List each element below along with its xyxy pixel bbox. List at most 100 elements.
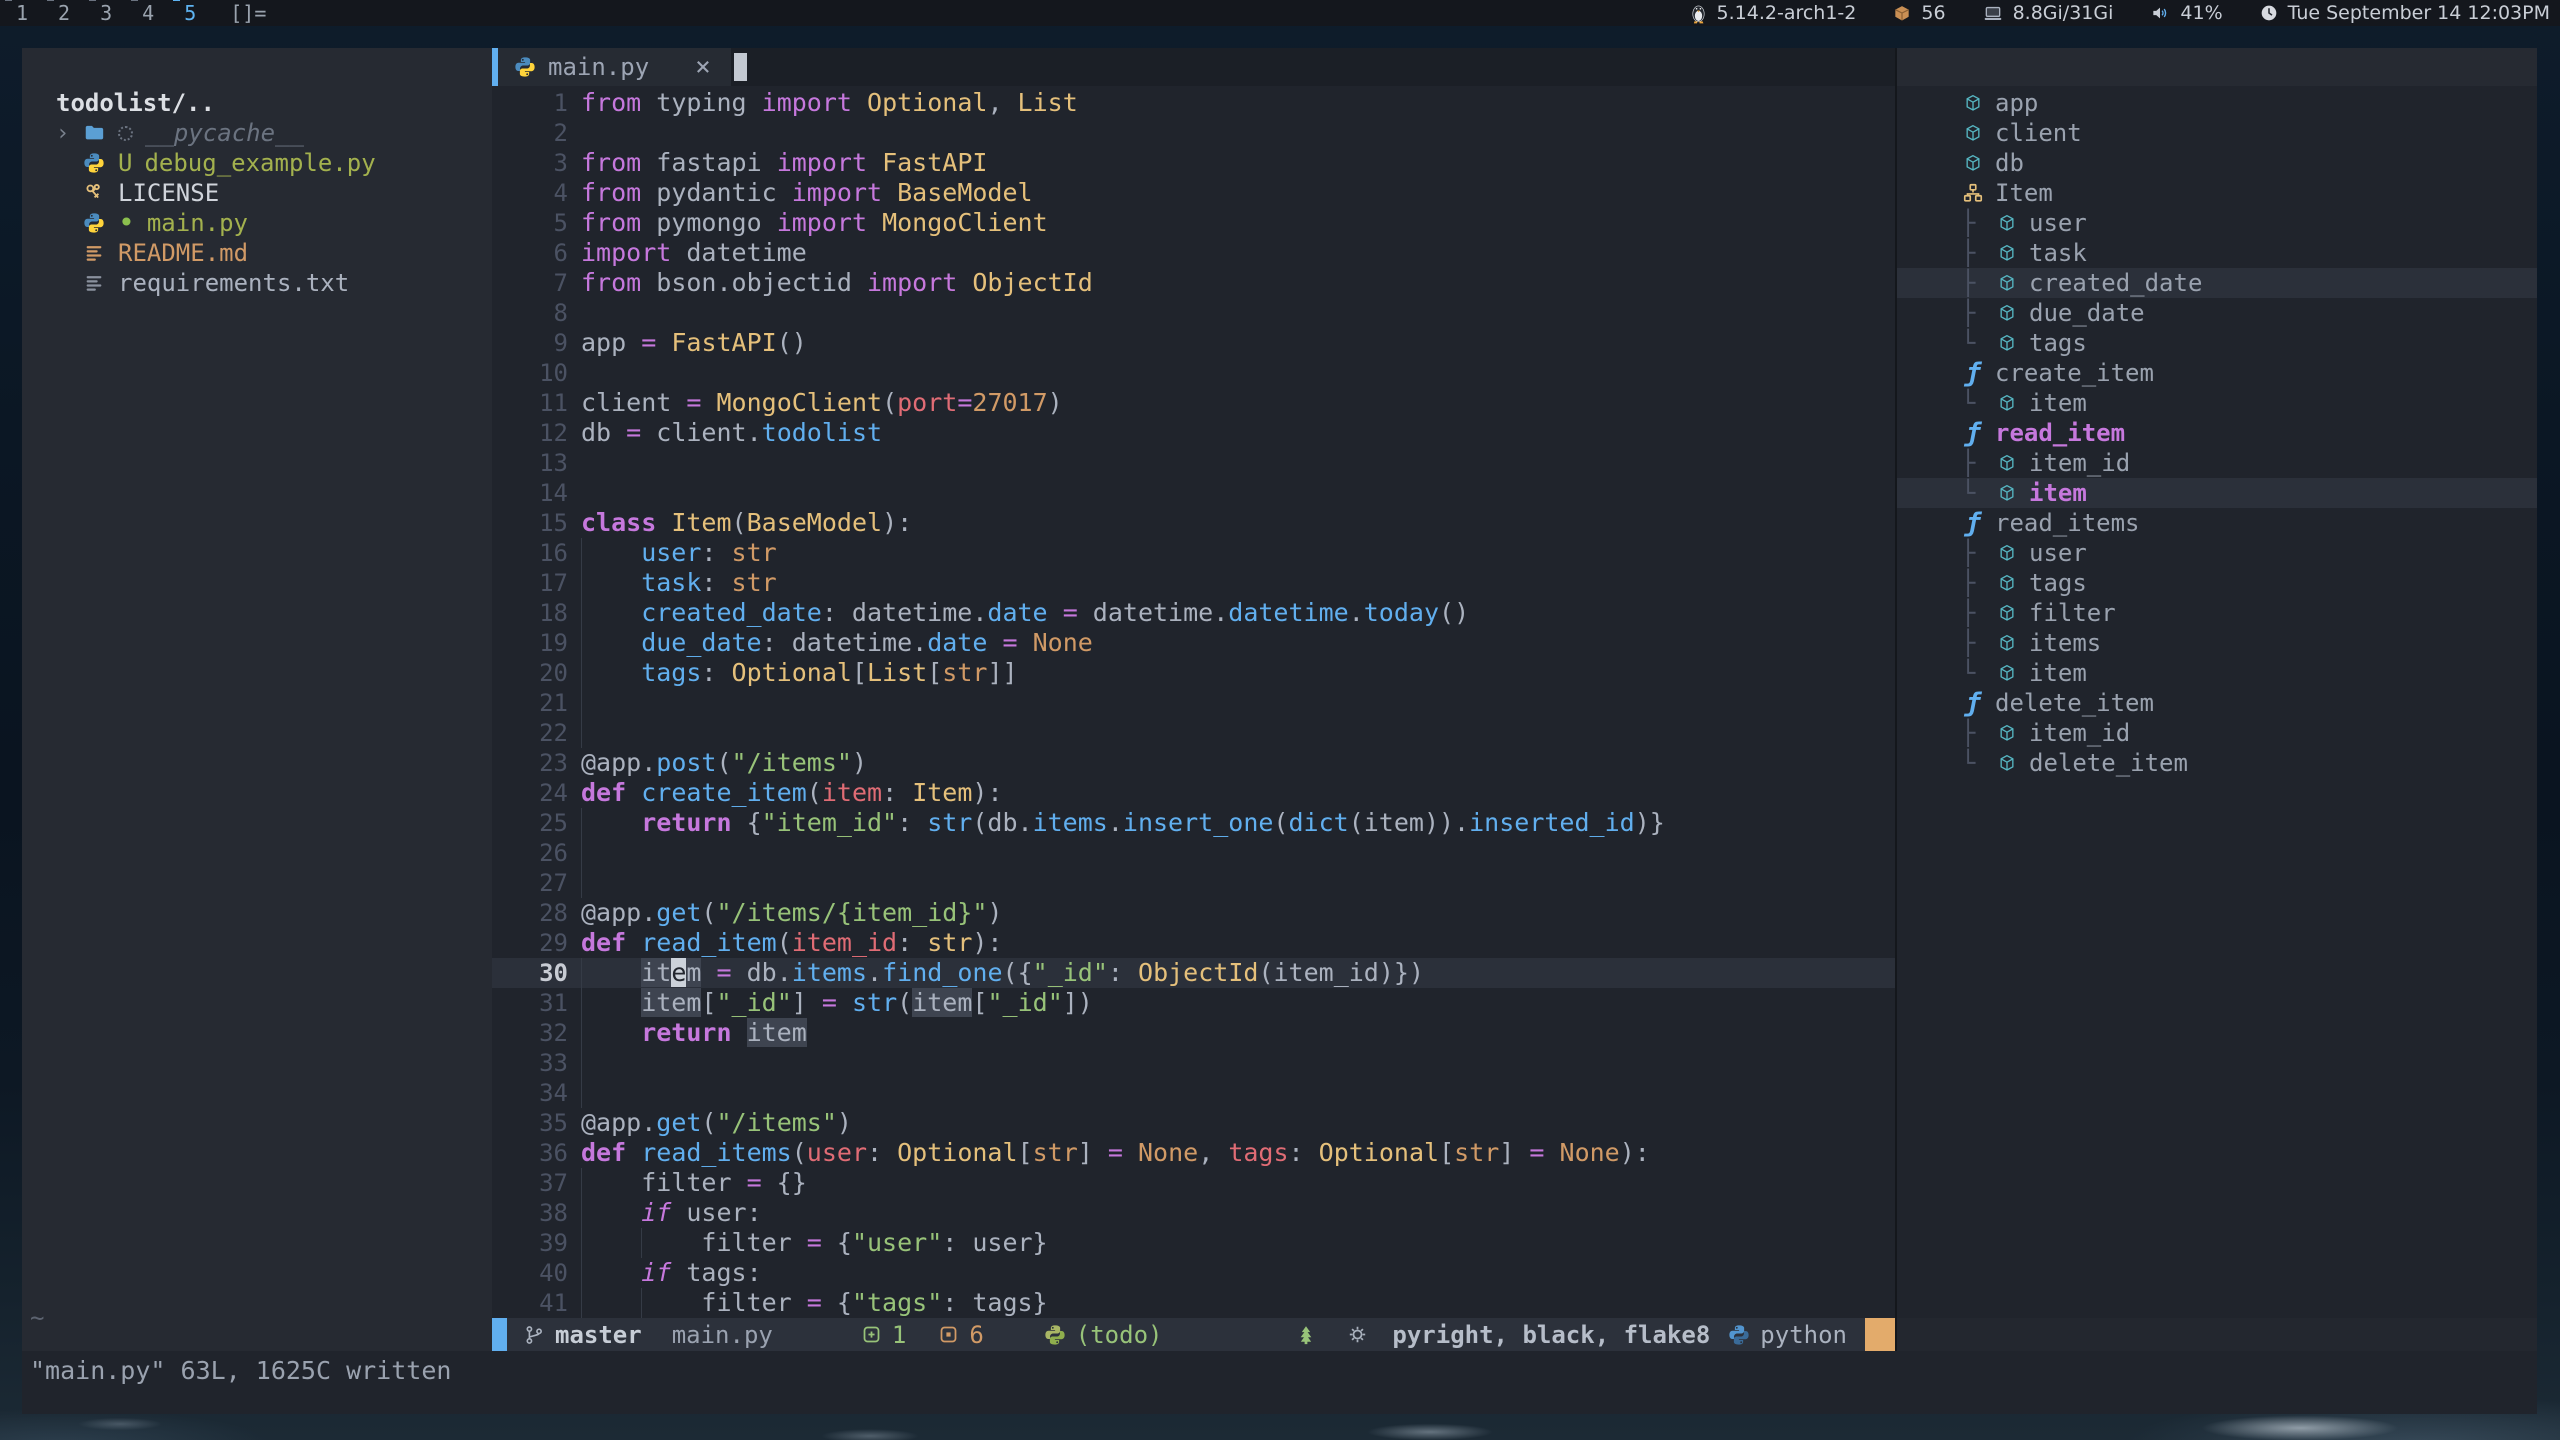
code-line-30-cursor[interactable]: 30item = db.items.find_one({"_id": Objec… [492, 958, 1895, 988]
symbol-read_items[interactable]: ƒread_items [1897, 508, 2537, 538]
symbol-items[interactable]: ├items [1897, 628, 2537, 658]
python-icon [82, 151, 106, 175]
code-line-31[interactable]: 31item["_id"] = str(item["_id"]) [492, 988, 1895, 1018]
symbol-task[interactable]: ├task [1897, 238, 2537, 268]
tree-item-LICENSE[interactable]: LICENSE [22, 178, 492, 208]
code-editor[interactable]: 1from typing import Optional, List23from… [492, 86, 1895, 1318]
code-line-3[interactable]: 3from fastapi import FastAPI [492, 148, 1895, 178]
symbol-item[interactable]: └item [1897, 658, 2537, 688]
code-line-33[interactable]: 33 [492, 1048, 1895, 1078]
symbol-item[interactable]: └item [1897, 478, 2537, 508]
symbol-due_date[interactable]: ├due_date [1897, 298, 2537, 328]
workspace-3[interactable]: 3 [98, 1, 112, 25]
symbol-create_item[interactable]: ƒcreate_item [1897, 358, 2537, 388]
code-line-35[interactable]: 35@app.get("/items") [492, 1108, 1895, 1138]
tree-item-__pycache__[interactable]: ›__pycache__ [22, 118, 492, 148]
code-line-29[interactable]: 29def read_item(item_id: str): [492, 928, 1895, 958]
symbol-tags[interactable]: ├tags [1897, 568, 2537, 598]
indent-guide [581, 688, 641, 718]
code-line-17[interactable]: 17task: str [492, 568, 1895, 598]
symbol-Item[interactable]: Item [1897, 178, 2537, 208]
code-line-19[interactable]: 19due_date: datetime.date = None [492, 628, 1895, 658]
line-number: 22 [492, 718, 581, 748]
line-number: 39 [492, 1228, 581, 1258]
symbol-delete_item[interactable]: └delete_item [1897, 748, 2537, 778]
code-line-14[interactable]: 14 [492, 478, 1895, 508]
code-line-34[interactable]: 34 [492, 1078, 1895, 1108]
symbol-user[interactable]: ├user [1897, 208, 2537, 238]
code-line-5[interactable]: 5from pymongo import MongoClient [492, 208, 1895, 238]
symbol-created_date[interactable]: ├created_date [1897, 268, 2537, 298]
code-line-16[interactable]: 16user: str [492, 538, 1895, 568]
workspace-2[interactable]: 2 [56, 1, 70, 25]
code-line-26[interactable]: 26 [492, 838, 1895, 868]
symbol-app[interactable]: app [1897, 88, 2537, 118]
code-line-37[interactable]: 37filter = {} [492, 1168, 1895, 1198]
tab-main-py[interactable]: main.py × [498, 48, 731, 86]
symbol-read_item[interactable]: ƒread_item [1897, 418, 2537, 448]
code-line-15[interactable]: 15class Item(BaseModel): [492, 508, 1895, 538]
reference-highlight: item [641, 988, 701, 1017]
code-line-40[interactable]: 40if tags: [492, 1258, 1895, 1288]
workspace-1[interactable]: 1 [14, 1, 28, 25]
code-line-24[interactable]: 24def create_item(item: Item): [492, 778, 1895, 808]
code-line-2[interactable]: 2 [492, 118, 1895, 148]
code-line-7[interactable]: 7from bson.objectid import ObjectId [492, 268, 1895, 298]
function-icon: ƒ [1961, 358, 1985, 388]
code-line-23[interactable]: 23@app.post("/items") [492, 748, 1895, 778]
status-bar: 12345 []= 5.14.2-arch1-2568.8Gi/31Gi41%T… [0, 0, 2560, 26]
code-line-13[interactable]: 13 [492, 448, 1895, 478]
code-line-18[interactable]: 18created_date: datetime.date = datetime… [492, 598, 1895, 628]
symbol-item[interactable]: └item [1897, 388, 2537, 418]
code-line-27[interactable]: 27 [492, 868, 1895, 898]
code-line-39[interactable]: 39filter = {"user": user} [492, 1228, 1895, 1258]
status-line: master main.py 1 6 (todo) [492, 1318, 1895, 1351]
code-line-12[interactable]: 12db = client.todolist [492, 418, 1895, 448]
symbol-delete_item[interactable]: ƒdelete_item [1897, 688, 2537, 718]
code-line-36[interactable]: 36def read_items(user: Optional[str] = N… [492, 1138, 1895, 1168]
symbol-tags[interactable]: └tags [1897, 328, 2537, 358]
workspace-5-active[interactable]: 5 [182, 1, 196, 25]
symbol-name: user [2029, 209, 2087, 237]
symbol-name: filter [2029, 599, 2116, 627]
workspace-4[interactable]: 4 [140, 1, 154, 25]
cube-icon [1995, 601, 2019, 625]
code-line-28[interactable]: 28@app.get("/items/{item_id}") [492, 898, 1895, 928]
code-text: if user: [581, 1198, 1895, 1228]
symbol-item_id[interactable]: ├item_id [1897, 448, 2537, 478]
volume-status: 41% [2149, 2, 2222, 24]
code-text [581, 838, 1895, 868]
code-line-41[interactable]: 41filter = {"tags": tags} [492, 1288, 1895, 1318]
indent-guide [581, 808, 641, 838]
code-line-21[interactable]: 21 [492, 688, 1895, 718]
symbol-db[interactable]: db [1897, 148, 2537, 178]
code-text: from pydantic import BaseModel [581, 178, 1895, 208]
code-line-22[interactable]: 22 [492, 718, 1895, 748]
code-line-38[interactable]: 38if user: [492, 1198, 1895, 1228]
code-line-9[interactable]: 9app = FastAPI() [492, 328, 1895, 358]
code-line-25[interactable]: 25return {"item_id": str(db.items.insert… [492, 808, 1895, 838]
code-line-4[interactable]: 4from pydantic import BaseModel [492, 178, 1895, 208]
code-line-8[interactable]: 8 [492, 298, 1895, 328]
code-line-20[interactable]: 20tags: Optional[List[str]] [492, 658, 1895, 688]
symbol-item_id[interactable]: ├item_id [1897, 718, 2537, 748]
code-text: user: str [581, 538, 1895, 568]
symbol-filter[interactable]: ├filter [1897, 598, 2537, 628]
git-branch-icon [523, 1324, 545, 1346]
indent-guide [581, 568, 641, 598]
code-line-6[interactable]: 6import datetime [492, 238, 1895, 268]
code-line-32[interactable]: 32return item [492, 1018, 1895, 1048]
code-line-1[interactable]: 1from typing import Optional, List [492, 88, 1895, 118]
symbol-user[interactable]: ├user [1897, 538, 2537, 568]
code-line-11[interactable]: 11client = MongoClient(port=27017) [492, 388, 1895, 418]
tree-item-requirements.txt[interactable]: requirements.txt [22, 268, 492, 298]
tree-item-debug_example.py[interactable]: Udebug_example.py [22, 148, 492, 178]
code-text: def create_item(item: Item): [581, 778, 1895, 808]
editor-column: main.py × 1from typing import Optional, … [492, 48, 1895, 1351]
file-explorer-root[interactable]: todolist/.. [22, 88, 492, 118]
tree-item-README.md[interactable]: README.md [22, 238, 492, 268]
code-line-10[interactable]: 10 [492, 358, 1895, 388]
tree-item-main.py[interactable]: •main.py [22, 208, 492, 238]
close-icon[interactable]: × [695, 52, 711, 82]
symbol-client[interactable]: client [1897, 118, 2537, 148]
